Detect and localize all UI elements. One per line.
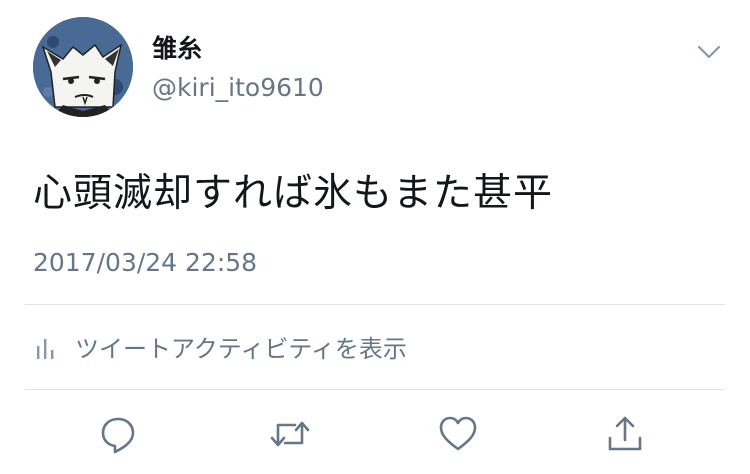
- tweet-detail: 雏糸 @kiri_ito9610 心頭滅却すれば氷もまた甚平 2017/03/2…: [0, 0, 750, 474]
- chevron-down-icon[interactable]: [694, 40, 724, 64]
- avatar[interactable]: [33, 17, 133, 117]
- like-button[interactable]: [434, 410, 482, 458]
- cartoon-wolf-avatar: [33, 17, 133, 117]
- retweet-arrows-icon: [270, 421, 310, 447]
- bar-chart-icon: [37, 339, 54, 359]
- display-name[interactable]: 雏糸: [152, 34, 202, 64]
- divider: [25, 389, 725, 390]
- retweet-button[interactable]: [266, 410, 314, 458]
- reply-button[interactable]: [94, 410, 142, 458]
- upload-arrow-icon: [608, 416, 642, 451]
- activity-label: ツイートアクティビティを表示: [75, 335, 407, 363]
- speech-bubble-icon: [101, 417, 135, 454]
- tweet-timestamp: 2017/03/24 22:58: [33, 248, 258, 277]
- tweet-text: 心頭滅却すれば氷もまた甚平: [33, 171, 554, 216]
- view-tweet-activity-button[interactable]: ツイートアクティビティを表示: [33, 326, 407, 372]
- divider: [25, 304, 725, 305]
- user-handle[interactable]: @kiri_ito9610: [152, 72, 324, 104]
- share-button[interactable]: [601, 410, 649, 458]
- heart-icon: [439, 416, 477, 451]
